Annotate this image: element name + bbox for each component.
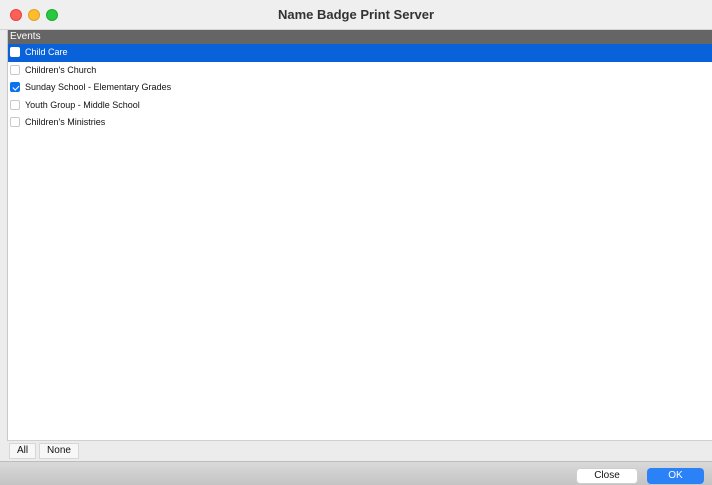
event-checkbox[interactable] — [10, 117, 20, 127]
event-row-youth-group[interactable]: Youth Group - Middle School — [8, 97, 712, 115]
event-checkbox[interactable] — [10, 64, 20, 75]
checkmark-icon[interactable] — [10, 82, 20, 92]
event-label: Children's Church — [25, 64, 97, 75]
event-label: Child Care — [25, 47, 68, 57]
event-row-child-care[interactable]: Child Care — [8, 44, 712, 62]
events-list: Events Child Care Children's Church Sund… — [7, 30, 712, 440]
select-all-button[interactable]: All — [9, 443, 36, 459]
ok-button[interactable]: OK — [647, 468, 704, 484]
app-window: Name Badge Print Server Events Child Car… — [0, 0, 712, 485]
event-label: Children's Ministries — [25, 117, 106, 127]
event-row-sunday-school[interactable]: Sunday School - Elementary Grades — [8, 79, 712, 97]
close-button[interactable]: Close — [576, 468, 638, 484]
select-none-button[interactable]: None — [39, 443, 79, 459]
events-header: Events — [8, 30, 712, 44]
title-bar: Name Badge Print Server — [0, 0, 712, 30]
event-row-childrens-church[interactable]: Children's Church — [8, 62, 712, 80]
event-row-childrens-ministries[interactable]: Children's Ministries — [8, 114, 712, 132]
dialog-footer: Close OK — [0, 461, 712, 485]
event-checkbox[interactable] — [10, 99, 20, 110]
event-label: Youth Group - Middle School — [25, 99, 140, 110]
selection-toolbar: All None — [7, 440, 712, 461]
event-checkbox[interactable] — [10, 47, 20, 57]
event-label: Sunday School - Elementary Grades — [25, 82, 172, 92]
window-title: Name Badge Print Server — [277, 7, 435, 22]
